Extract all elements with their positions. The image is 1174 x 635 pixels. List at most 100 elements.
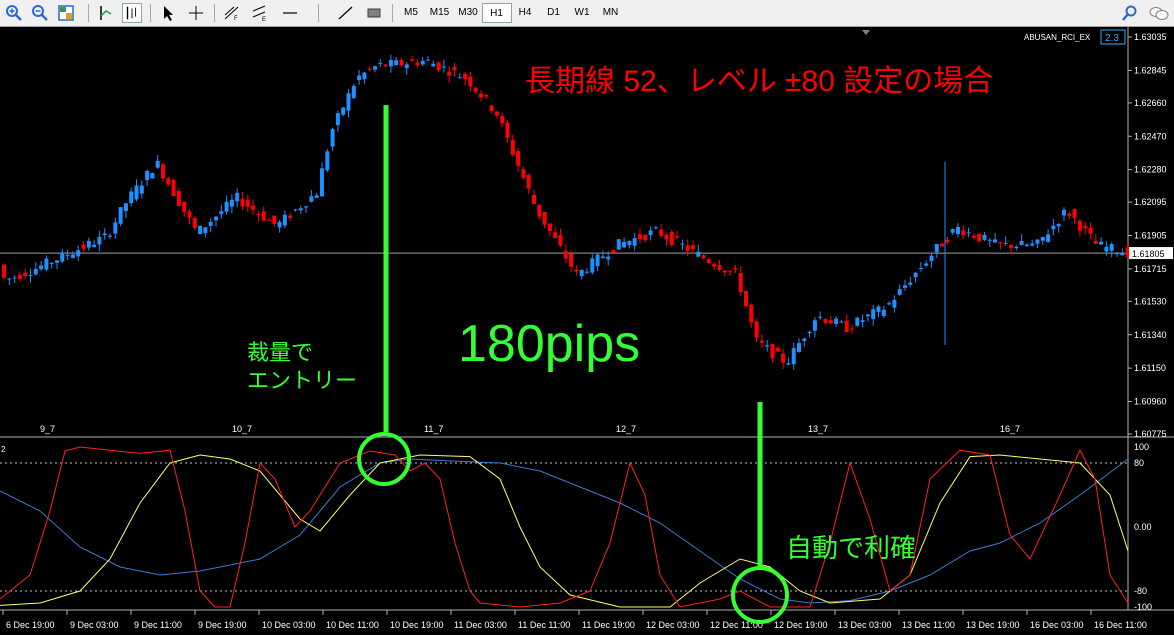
candle-body	[606, 256, 611, 260]
candle-body	[1088, 228, 1093, 234]
candle-body	[585, 271, 589, 273]
candle-body	[897, 289, 902, 295]
candle-body	[426, 59, 430, 61]
candle-body	[759, 340, 764, 343]
candle-body	[60, 252, 65, 262]
price-tick-label: 1.62470	[1134, 131, 1167, 141]
candle-body	[791, 348, 796, 365]
crosshair-icon[interactable]	[186, 3, 206, 23]
rci-scale-label: 80	[1134, 458, 1144, 468]
timeframe-m5[interactable]: M5	[396, 3, 426, 23]
candle-body	[956, 226, 960, 235]
candle-body	[903, 285, 907, 288]
candle-body	[855, 317, 860, 326]
annotation-entry-line2: エントリー	[247, 368, 357, 393]
timeframe-h4[interactable]: H4	[510, 3, 540, 23]
candle-body	[1051, 225, 1056, 230]
rci-scale-label: -80	[1134, 586, 1147, 596]
timeframe-m15[interactable]: M15	[425, 3, 455, 23]
candle-body	[7, 278, 12, 280]
candle-body	[288, 215, 293, 218]
trendline-icon[interactable]	[336, 3, 356, 23]
candle-body	[97, 236, 102, 245]
period-separators-icon[interactable]	[96, 3, 116, 23]
candle-body	[802, 338, 807, 341]
rci-long-line	[0, 458, 1129, 604]
rci-short-line	[0, 446, 1129, 608]
candle-body	[696, 251, 701, 257]
candle-body	[1077, 220, 1082, 231]
candle-body	[966, 232, 971, 234]
candle-body	[123, 203, 128, 212]
cursor-icon[interactable]	[122, 3, 142, 23]
price-tick-label: 1.61715	[1134, 264, 1167, 274]
exit-marker-circle	[731, 566, 789, 624]
candle-body	[1009, 244, 1013, 249]
candle-body	[569, 253, 574, 267]
candle-body	[532, 194, 536, 204]
candle-body	[256, 213, 261, 215]
candle-body	[484, 94, 489, 97]
candle-body	[113, 222, 118, 234]
equidistant-channel-icon[interactable]: E	[250, 3, 270, 23]
candle-body	[224, 201, 229, 212]
candle-body	[850, 328, 854, 330]
candle-body	[934, 244, 939, 253]
time-label: 16 Dec 03:00	[1030, 620, 1084, 630]
candle-body	[701, 255, 706, 259]
candle-body	[49, 263, 54, 265]
candle-body	[1109, 244, 1114, 251]
fibonacci-fan-icon[interactable]: F	[222, 3, 242, 23]
candle-body	[102, 233, 107, 236]
candle-body	[1046, 234, 1051, 242]
candle-body	[977, 233, 982, 242]
timeframe-h1[interactable]: H1	[481, 3, 512, 23]
time-label: 11 Dec 11:00	[518, 620, 570, 630]
candle-body	[277, 221, 282, 228]
candle-body	[929, 255, 934, 261]
timeframe-d1[interactable]: D1	[539, 3, 569, 23]
horizontal-line-icon[interactable]	[280, 3, 300, 23]
timeframe-w1[interactable]: W1	[567, 3, 597, 23]
zoom-in-icon[interactable]	[4, 3, 24, 23]
candle-body	[770, 344, 775, 359]
candle-body	[516, 151, 521, 166]
time-label: 13 Dec 11:00	[902, 620, 955, 630]
candle-body	[526, 174, 531, 189]
candle-body	[431, 63, 436, 67]
candle-body	[261, 211, 266, 221]
candle-body	[33, 268, 38, 275]
candle-body	[320, 168, 324, 197]
candle-body	[982, 234, 987, 240]
date-label: 11_7	[424, 424, 443, 434]
candle-body	[600, 256, 605, 259]
chat-icon[interactable]	[1148, 3, 1170, 23]
zoom-out-icon[interactable]	[30, 3, 50, 23]
candle-body	[685, 245, 690, 251]
candle-body	[282, 214, 287, 226]
candle-body	[298, 208, 303, 211]
rectangle-icon[interactable]	[364, 3, 384, 23]
candle-body	[171, 179, 176, 197]
timeframe-mn[interactable]: MN	[596, 3, 626, 23]
arrow-cursor-icon[interactable]	[158, 3, 178, 23]
candle-body	[706, 259, 711, 264]
date-label: 9_7	[40, 424, 55, 434]
candle-body	[627, 240, 632, 246]
price-tick-label: 1.62845	[1134, 65, 1167, 75]
svg-text:F: F	[234, 16, 238, 22]
tile-windows-icon[interactable]	[56, 3, 76, 23]
candle-body	[65, 255, 70, 257]
candle-body	[335, 113, 340, 126]
price-chart[interactable]: 1.63035 1.62845 1.62660 1.62470 1.62280 1.620…	[0, 27, 1174, 635]
timeframe-m30[interactable]: M30	[453, 3, 483, 23]
candle-body	[1019, 240, 1024, 246]
candle-body	[373, 66, 377, 70]
indicator-name-label: ABUSAN_RCI_EX	[1024, 33, 1091, 42]
price-tick-label: 1.61340	[1134, 330, 1167, 340]
search-icon[interactable]	[1120, 3, 1140, 23]
candle-body	[473, 87, 478, 92]
candle-body	[17, 274, 22, 279]
candle-body	[463, 73, 468, 79]
candle-body	[733, 267, 738, 270]
